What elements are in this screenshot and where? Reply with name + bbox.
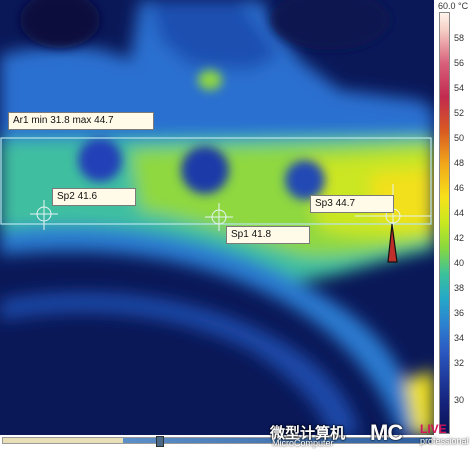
scale-tick: 32	[454, 358, 465, 368]
range-slider-thumb[interactable]	[156, 436, 164, 447]
watermark-english: MicroComputer	[272, 438, 334, 448]
scale-tick: 30	[454, 395, 465, 405]
scale-tick: 34	[454, 333, 465, 343]
watermark-logo: MC	[370, 420, 403, 445]
spot-label-sp2: Sp2 41.6	[52, 188, 136, 206]
spot-label-sp3: Sp3 44.7	[310, 195, 394, 213]
thermal-image: Ar1 min 31.8 max 44.7 Sp2 41.6 Sp1 41.8 …	[0, 0, 434, 435]
scale-max-label: 60.0 °C	[438, 1, 469, 11]
spot-label-sp1: Sp1 41.8	[226, 226, 310, 244]
scale-tick: 36	[454, 308, 465, 318]
scale-tick: 58	[454, 33, 465, 43]
scale-tick: 52	[454, 108, 465, 118]
scale-tick: 40	[454, 258, 465, 268]
temperature-scale: 60.0 °C 58 56 54 52 50 48 46 44 42 40 38…	[434, 0, 476, 435]
area-label-ar1: Ar1 min 31.8 max 44.7	[8, 112, 154, 130]
scale-tick: 56	[454, 58, 465, 68]
scale-tick: 38	[454, 283, 465, 293]
thermal-heatmap	[0, 0, 434, 435]
scale-tick: 48	[454, 158, 465, 168]
watermark-live: LIVE	[420, 422, 447, 436]
scale-tick: 42	[454, 233, 465, 243]
scale-tick: 50	[454, 133, 465, 143]
watermark: 微型计算机 MicroComputer MC LIVE professional	[270, 418, 476, 450]
scale-tick: 54	[454, 83, 465, 93]
scale-tick: 46	[454, 183, 465, 193]
watermark-professional: professional	[420, 436, 469, 446]
scale-tick: 44	[454, 208, 465, 218]
color-bar	[439, 12, 450, 434]
